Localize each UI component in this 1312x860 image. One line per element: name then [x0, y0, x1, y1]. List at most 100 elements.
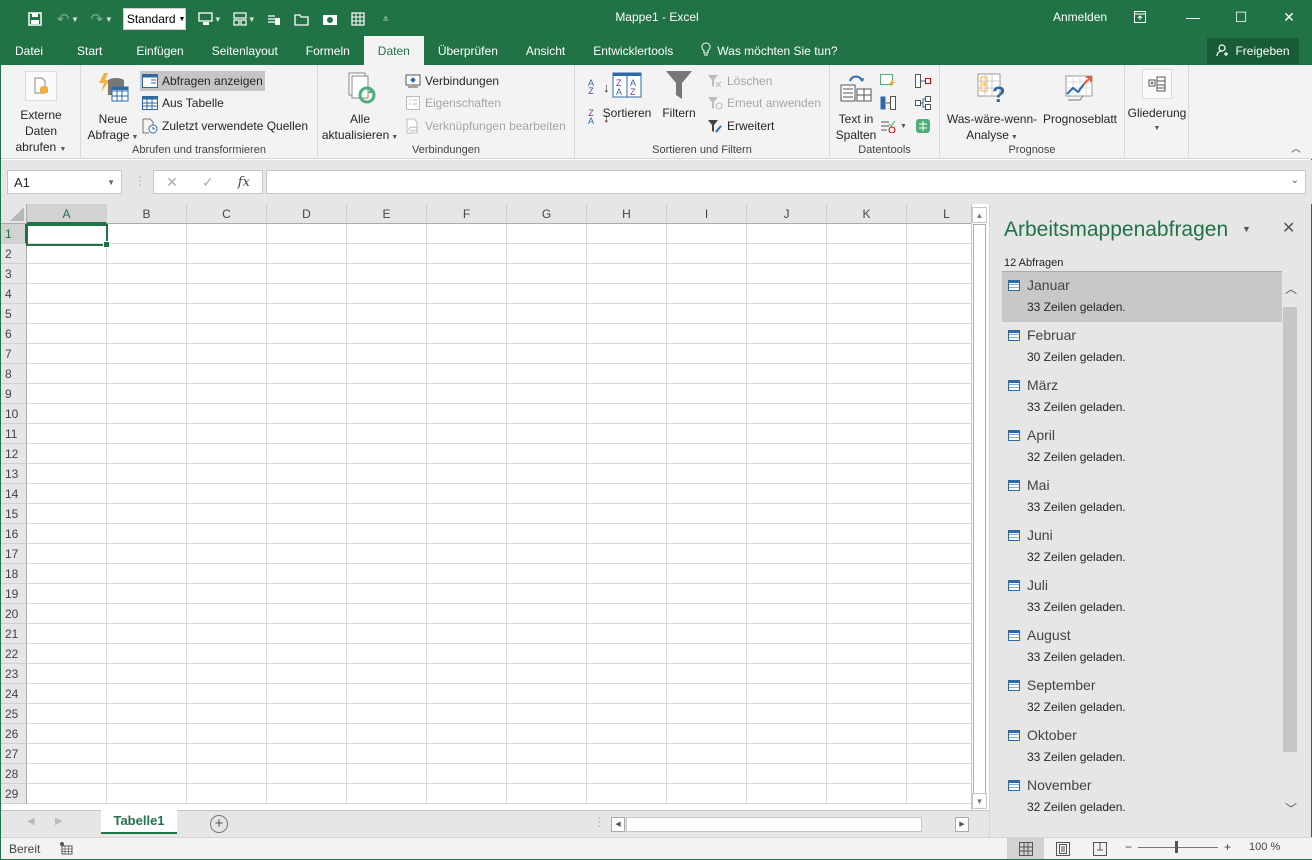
row-header-6[interactable]: 6	[1, 324, 27, 344]
cell-k24[interactable]	[827, 684, 907, 704]
cell-b22[interactable]	[107, 644, 187, 664]
cell-g2[interactable]	[507, 244, 587, 264]
cell-e26[interactable]	[347, 724, 427, 744]
query-item[interactable]: April 32 Zeilen geladen.	[1002, 422, 1282, 472]
cell-h18[interactable]	[587, 564, 667, 584]
cell-b15[interactable]	[107, 504, 187, 524]
cell-c22[interactable]	[187, 644, 267, 664]
cell-h5[interactable]	[587, 304, 667, 324]
alle-aktualisieren-button[interactable]: Alle aktualisieren ▼	[320, 71, 400, 146]
cell-k1[interactable]	[827, 224, 907, 244]
cell-g20[interactable]	[507, 604, 587, 624]
spreadsheet-grid[interactable]: ABCDEFGHIJKL 1 2 3 4 5 6 7 8 9 10 11 12 13 14 15 16 17 18…	[1, 204, 989, 810]
cell-e4[interactable]	[347, 284, 427, 304]
row-header-28[interactable]: 28	[1, 764, 27, 784]
cell-c20[interactable]	[187, 604, 267, 624]
row-header-18[interactable]: 18	[1, 564, 27, 584]
chevron-down-icon[interactable]: ▼	[107, 178, 115, 187]
cell-j3[interactable]	[747, 264, 827, 284]
cell-a23[interactable]	[27, 664, 107, 684]
cell-a17[interactable]	[27, 544, 107, 564]
text-in-spalten-button[interactable]: Text in Spalten	[832, 71, 880, 143]
cell-j9[interactable]	[747, 384, 827, 404]
cell-a28[interactable]	[27, 764, 107, 784]
row-header-24[interactable]: 24	[1, 684, 27, 704]
row-header-29[interactable]: 29	[1, 784, 27, 804]
cell-d4[interactable]	[267, 284, 347, 304]
cell-k9[interactable]	[827, 384, 907, 404]
cell-a4[interactable]	[27, 284, 107, 304]
select-all-button[interactable]	[1, 204, 27, 224]
tab-einfuegen[interactable]: Einfügen	[122, 36, 197, 65]
cell-i7[interactable]	[667, 344, 747, 364]
page-break-view-button[interactable]	[1081, 838, 1118, 859]
cell-e23[interactable]	[347, 664, 427, 684]
cell-h29[interactable]	[587, 784, 667, 804]
pane-options-icon[interactable]: ▼	[1242, 224, 1251, 234]
cell-j1[interactable]	[747, 224, 827, 244]
cell-a26[interactable]	[27, 724, 107, 744]
cell-a16[interactable]	[27, 524, 107, 544]
tab-entwicklertools[interactable]: Entwicklertools	[579, 36, 687, 65]
cell-e2[interactable]	[347, 244, 427, 264]
cell-g16[interactable]	[507, 524, 587, 544]
cell-j16[interactable]	[747, 524, 827, 544]
cell-b3[interactable]	[107, 264, 187, 284]
cell-g15[interactable]	[507, 504, 587, 524]
cell-f28[interactable]	[427, 764, 507, 784]
scroll-left-icon[interactable]: ◀	[611, 817, 625, 832]
cell-j25[interactable]	[747, 704, 827, 724]
tab-daten[interactable]: Daten	[363, 36, 424, 65]
cell-f7[interactable]	[427, 344, 507, 364]
cell-f17[interactable]	[427, 544, 507, 564]
cell-c21[interactable]	[187, 624, 267, 644]
cell-b18[interactable]	[107, 564, 187, 584]
cell-j2[interactable]	[747, 244, 827, 264]
cell-e16[interactable]	[347, 524, 427, 544]
cell-k21[interactable]	[827, 624, 907, 644]
cell-h24[interactable]	[587, 684, 667, 704]
cell-j12[interactable]	[747, 444, 827, 464]
cell-b6[interactable]	[107, 324, 187, 344]
maximize-icon[interactable]: ☐	[1217, 0, 1265, 34]
cell-g27[interactable]	[507, 744, 587, 764]
cell-b5[interactable]	[107, 304, 187, 324]
erneut-anwenden-button[interactable]: Erneut anwenden	[705, 93, 823, 113]
column-header-i[interactable]: I	[667, 204, 747, 224]
cell-k28[interactable]	[827, 764, 907, 784]
macro-recording-icon[interactable]	[59, 841, 73, 858]
cell-a3[interactable]	[27, 264, 107, 284]
column-header-d[interactable]: D	[267, 204, 347, 224]
scroll-down-icon[interactable]: ▼	[972, 793, 987, 809]
cell-i2[interactable]	[667, 244, 747, 264]
sheet-tab-tabelle1[interactable]: Tabelle1	[101, 810, 177, 834]
row-header-4[interactable]: 4	[1, 284, 27, 304]
scrollbar-thumb[interactable]	[973, 224, 986, 794]
cell-e7[interactable]	[347, 344, 427, 364]
cell-a11[interactable]	[27, 424, 107, 444]
relationships-button[interactable]	[913, 93, 933, 113]
cell-g24[interactable]	[507, 684, 587, 704]
cell-i3[interactable]	[667, 264, 747, 284]
cell-k4[interactable]	[827, 284, 907, 304]
cell-e1[interactable]	[347, 224, 427, 244]
cell-k16[interactable]	[827, 524, 907, 544]
cell-a13[interactable]	[27, 464, 107, 484]
cell-d13[interactable]	[267, 464, 347, 484]
cell-h8[interactable]	[587, 364, 667, 384]
formula-input[interactable]: ⌄	[266, 170, 1306, 194]
column-header-h[interactable]: H	[587, 204, 667, 224]
cell-e5[interactable]	[347, 304, 427, 324]
aus-tabelle-button[interactable]: Aus Tabelle	[140, 93, 226, 113]
cell-d6[interactable]	[267, 324, 347, 344]
cell-d3[interactable]	[267, 264, 347, 284]
cell-a6[interactable]	[27, 324, 107, 344]
cell-f19[interactable]	[427, 584, 507, 604]
cell-d12[interactable]	[267, 444, 347, 464]
tab-ansicht[interactable]: Ansicht	[512, 36, 579, 65]
cell-f9[interactable]	[427, 384, 507, 404]
close-icon[interactable]: ✕	[1265, 0, 1312, 34]
filtern-button[interactable]: Filtern	[659, 71, 699, 121]
cell-k12[interactable]	[827, 444, 907, 464]
cell-e10[interactable]	[347, 404, 427, 424]
